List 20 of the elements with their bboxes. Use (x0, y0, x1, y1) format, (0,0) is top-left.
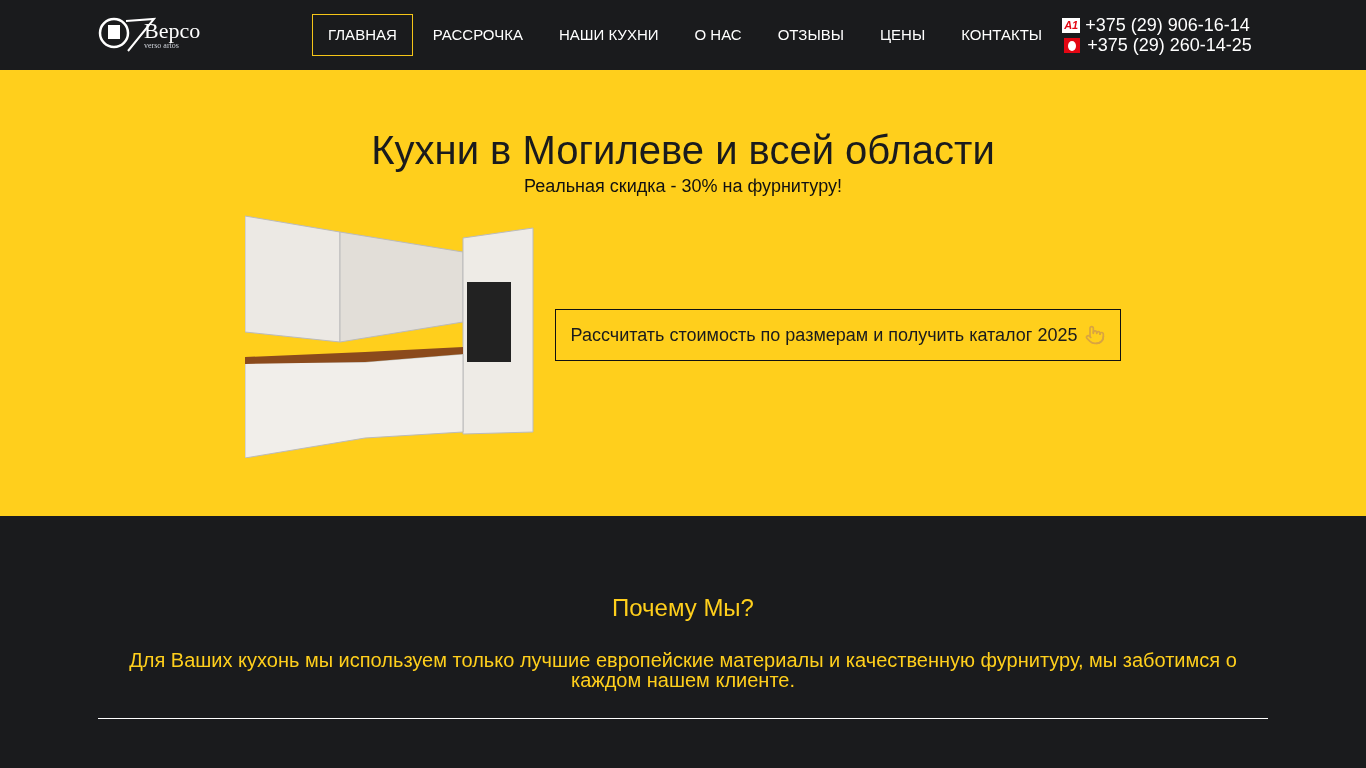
calculate-button[interactable]: Рассчитать стоимость по размерам и получить каталог 2025 (555, 309, 1121, 361)
nav-link[interactable]: РАССРОЧКА (416, 14, 539, 56)
nav-link[interactable]: КОНТАКТЫ (945, 14, 1059, 56)
phone-link[interactable]: +375 (29) 260-14-25 (1087, 35, 1252, 55)
section-title: Почему Мы? (612, 593, 754, 623)
nav-link[interactable]: О НАС (678, 14, 758, 56)
logo[interactable]: Версо verso artos (98, 15, 218, 55)
operator-logo-icon (1064, 37, 1081, 53)
logo-tagline: verso artos (144, 42, 179, 50)
hero-subtitle: Реальная скидка - 30% на фурнитуру! (524, 175, 842, 198)
nav-link[interactable]: НАШИ КУХНИ (542, 14, 675, 56)
phone-link[interactable]: +375 (29) 906-16-14 (1085, 15, 1250, 35)
pointing-hand-icon (1085, 325, 1106, 345)
section-text: Для Ваших кухонь мы используем только лучшие европейские материалы и качественную фурнитуру, мы заботимся о каждом нашем клиенте. (128, 650, 1238, 690)
nav-link[interactable]: ОТЗЫВЫ (761, 14, 860, 56)
logo-name: Версо (144, 20, 201, 42)
operator-logo: A1 (1062, 17, 1081, 33)
nav-link[interactable]: ЦЕНЫ (864, 14, 942, 56)
nav-link[interactable]: ГЛАВНАЯ (312, 14, 413, 56)
hero-title: Кухни в Могилеве и всей области (371, 127, 995, 174)
